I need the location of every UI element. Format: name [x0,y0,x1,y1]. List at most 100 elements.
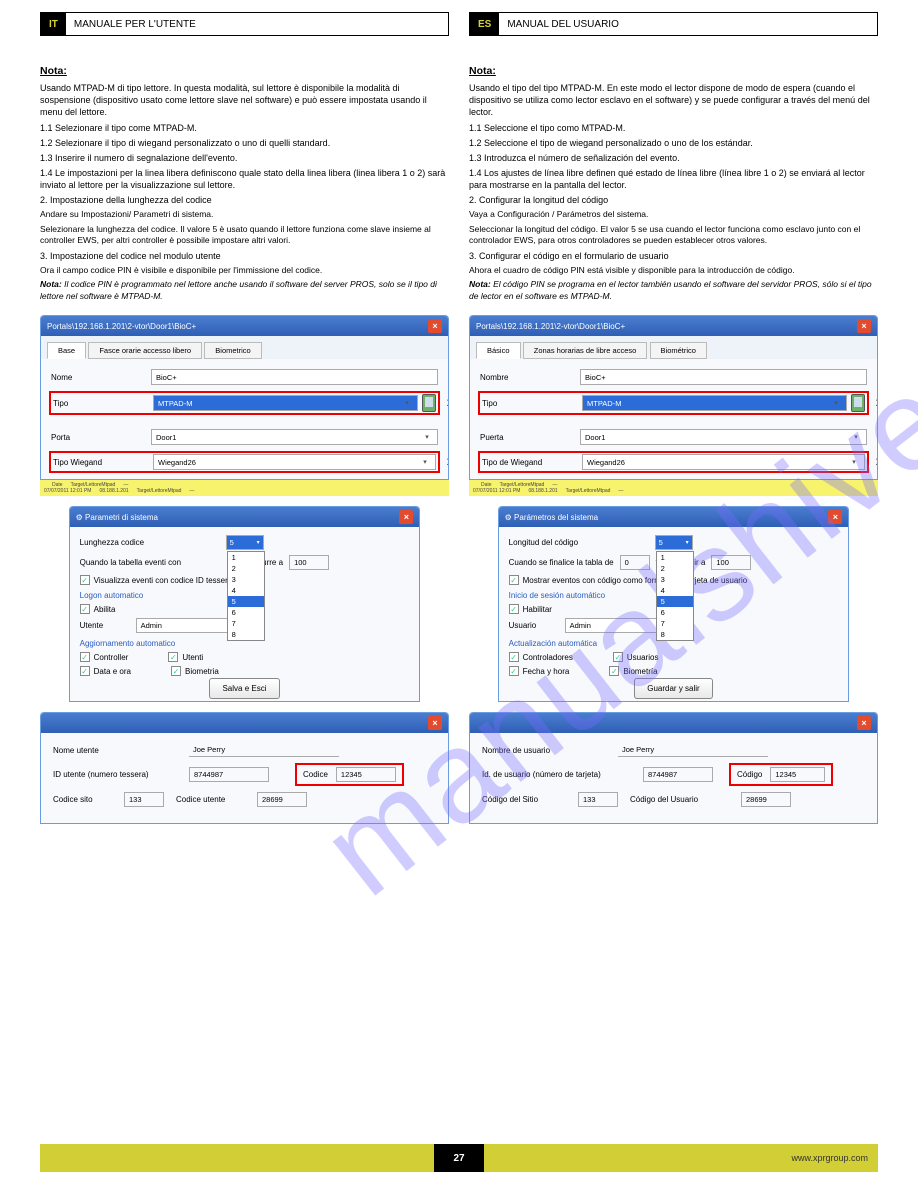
lbl-codelen-es: Longitud del código [509,538,649,547]
lbl-user-es: Usuario [509,621,559,630]
tab-biometrico-es[interactable]: Biométrico [650,342,707,359]
rowtext-it-pre: Quando la tabella eventi con [80,558,181,567]
select-puerta-es[interactable]: Door1▾ [580,429,867,445]
checkbox-ctrl-it[interactable]: ✓ [80,652,90,662]
select-wiegand-es[interactable]: Wiegand26▾ [582,454,865,470]
chevron-down-icon: ▾ [401,399,413,407]
tab-basico-es[interactable]: Básico [476,342,521,359]
tab-zonas-es[interactable]: Zonas horarias de libre acceso [523,342,648,359]
checkbox-enable-it[interactable]: ✓ [80,604,90,614]
note-heading-es: Nota: [469,64,878,78]
input-username-es[interactable]: Joe Perry [618,743,768,757]
input-username-it[interactable]: Joe Perry [189,743,339,757]
note2-it: Nota: Il codice PIN è programmato nel le… [40,279,449,302]
lbl-ctrl-es: Controladores [523,653,573,662]
lbl-users-es: Usuarios [627,653,659,662]
portal-title-es: Portals\192.168.1.201\2-vtor\Door1\BioC+ [476,322,625,331]
checkbox-users-it[interactable]: ✓ [168,652,178,662]
p13-it: 1.3 Inserire il numero di segnalazione d… [40,152,449,164]
chevron-down-icon: ▾ [421,433,433,441]
lbl-tipo-it: Tipo [53,399,153,408]
input-nome[interactable]: BioC+ [151,369,438,385]
input-rows1-es[interactable]: 0 [620,555,650,570]
chevron-down-icon: ▾ [848,458,860,466]
input-uid-it[interactable]: 8744987 [189,767,269,782]
input-code-es[interactable]: 12345 [770,767,825,782]
save-button-es[interactable]: Guardar y salir [634,678,712,699]
checkbox-date-it[interactable]: ✓ [80,666,90,676]
p2c-es: Seleccionar la longitud del código. El v… [469,224,878,247]
header-right: ES MANUAL DEL USUARIO [469,12,878,36]
lbl-usercode-es: Código del Usuario [630,795,735,804]
dropdown-codelen-it[interactable]: 1 2 3 4 5 6 7 8 [227,551,265,641]
close-icon[interactable]: × [428,716,442,730]
event-bar-it: DateTarget/LettoreMtpad— 07/07/2011 12:0… [40,480,449,496]
select-wiegand-it[interactable]: Wiegand26▾ [153,454,436,470]
close-icon[interactable]: × [399,510,413,524]
checkbox-enable-es[interactable]: ✓ [509,604,519,614]
checkbox-date-es[interactable]: ✓ [509,666,519,676]
tab-base-it[interactable]: Base [47,342,86,359]
lbl-bio-es: Biometría [623,667,657,676]
chevron-down-icon: ▾ [830,399,842,407]
select-tipo-es[interactable]: MTPAD-M▾ [582,395,847,411]
tab-biometric-it[interactable]: Biometrico [204,342,261,359]
user-it-col: × Nome utente Joe Perry ID utente (numer… [40,712,449,824]
input-nombre[interactable]: BioC+ [580,369,867,385]
input-rows-it[interactable]: 100 [289,555,329,570]
checkbox-ctrl-es[interactable]: ✓ [509,652,519,662]
checkbox-showevents-es[interactable]: ✓ [509,575,519,585]
checkbox-bio-it[interactable]: ✓ [171,666,181,676]
col-it: Nota: Usando MTPAD-M di tipo lettore. In… [40,52,449,305]
callout-1-2: 1.2 [447,456,449,468]
dropdown-codelen-es[interactable]: 1 2 3 4 5 6 7 8 [656,551,694,641]
lbl-username-es: Nombre de usuario [482,746,612,755]
sysparam-body-it: Lunghezza codice 5▾ 1 2 3 4 5 6 7 8 [70,527,420,701]
close-icon[interactable]: × [828,510,842,524]
header-left: IT MANUALE PER L'UTENTE [40,12,449,36]
device-icon[interactable] [422,394,436,412]
save-button-it[interactable]: Salva e Esci [209,678,279,699]
close-icon[interactable]: × [428,319,442,333]
portal-window-es: Portals\192.168.1.201\2-vtor\Door1\BioC+… [469,315,878,480]
close-icon[interactable]: × [857,319,871,333]
note-body-it: Usando MTPAD-M di tipo lettore. In quest… [40,82,449,118]
portal-body-es: Nombre BioC+ Tipo MTPAD-M▾ 1.1 Puerta D [470,359,877,479]
select-codelen-it[interactable]: 5▾ 1 2 3 4 5 6 7 8 [226,535,264,550]
select-codelen-es[interactable]: 5▾ 1 2 3 4 5 6 7 8 [655,535,693,550]
input-sitecode-it[interactable]: 133 [124,792,164,807]
checkbox-showevents-it[interactable]: ✓ [80,575,90,585]
input-usercode-es[interactable]: 28699 [741,792,791,807]
input-uid-es[interactable]: 8744987 [643,767,713,782]
checkbox-users-es[interactable]: ✓ [613,652,623,662]
select-porta-it[interactable]: Door1▾ [151,429,438,445]
portal-titlebar-it: Portals\192.168.1.201\2-vtor\Door1\BioC+… [41,316,448,336]
user-window-it: × Nome utente Joe Perry ID utente (numer… [40,712,449,824]
user-es-col: × Nombre de usuario Joe Perry Id. de usu… [469,712,878,824]
sysparam-es-col: ⚙ Parámetros del sistema × Longitud del … [469,506,878,702]
select-tipo-it[interactable]: MTPAD-M▾ [153,395,418,411]
lang-tab-es: ES [470,13,499,35]
close-icon[interactable]: × [857,716,871,730]
note-heading-it: Nota: [40,64,449,78]
event-bar-es: DateTarget/LettoreMtpad— 07/07/2011 12:0… [469,480,878,496]
p2c-it: Selezionare la lunghezza del codice. Il … [40,224,449,247]
lbl-enable-es: Habilitar [523,605,552,614]
input-usercode-it[interactable]: 28699 [257,792,307,807]
lbl-showevents-es: Mostrar eventos con código como formato … [523,576,748,585]
lbl-sitecode-es: Código del Sitio [482,795,572,804]
device-icon[interactable] [851,394,865,412]
input-sitecode-es[interactable]: 133 [578,792,618,807]
lbl-codelen-it: Lunghezza codice [80,538,220,547]
input-rows2-es[interactable]: 100 [711,555,751,570]
lang-tab-it: IT [41,13,66,35]
col-es: Nota: Usando el tipo del tipo MTPAD-M. E… [469,52,878,305]
portal-fig-es: Portals\192.168.1.201\2-vtor\Door1\BioC+… [469,315,878,496]
lbl-nome: Nome [51,373,151,382]
checkbox-bio-es[interactable]: ✓ [609,666,619,676]
text-columns: Nota: Usando MTPAD-M di tipo lettore. In… [0,44,918,309]
tab-timezones-it[interactable]: Fasce orarie accesso libero [88,342,202,359]
input-code-it[interactable]: 12345 [336,767,396,782]
p14-it: 1.4 Le impostazioni per la linea libera … [40,167,449,191]
portal-body-it: Nome BioC+ Tipo MTPAD-M▾ 1.1 Porta Door [41,359,448,479]
